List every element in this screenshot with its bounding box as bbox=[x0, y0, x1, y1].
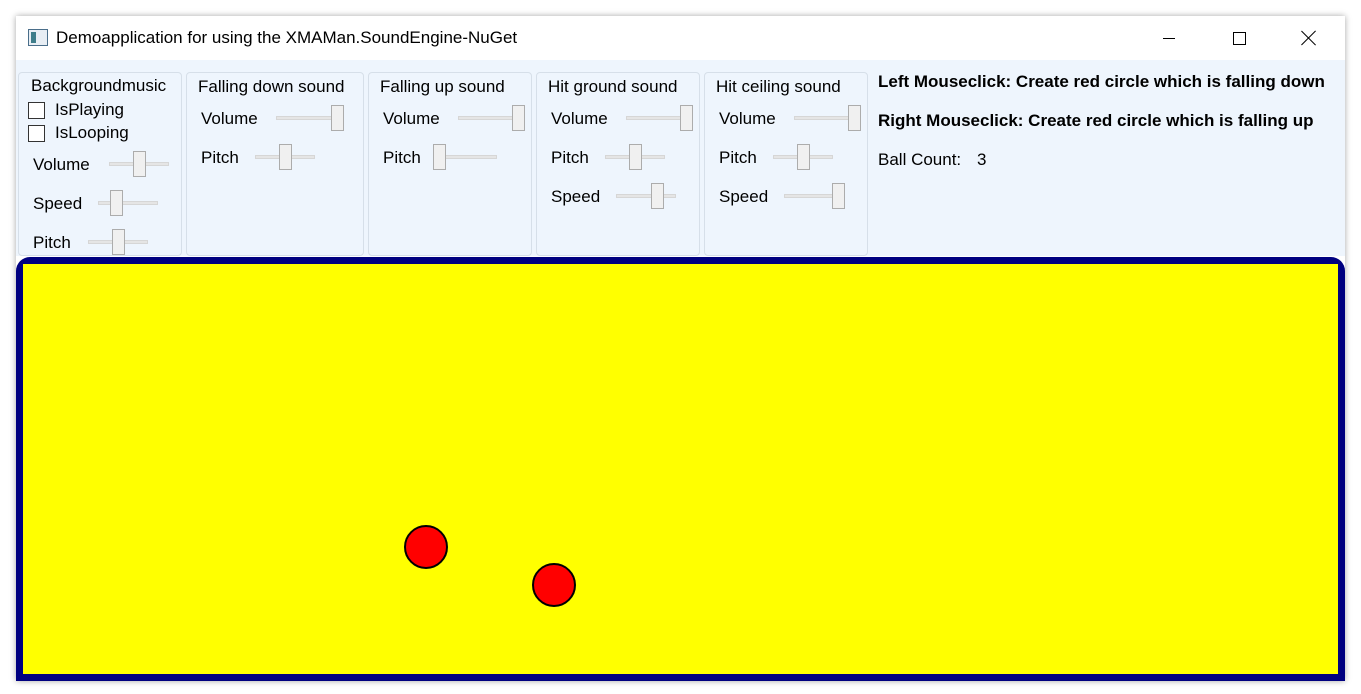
playfield-border bbox=[16, 257, 1345, 681]
playfield-canvas[interactable] bbox=[23, 264, 1338, 674]
hit-ground-volume-slider[interactable] bbox=[626, 105, 693, 131]
red-ball bbox=[532, 563, 576, 607]
close-button[interactable] bbox=[1274, 16, 1344, 60]
hit-ceiling-volume-slider[interactable] bbox=[794, 105, 861, 131]
ball-count-value: 3 bbox=[977, 150, 987, 169]
hit-ceiling-pitch-label: Pitch bbox=[719, 148, 757, 167]
hit-ground-pitch-slider[interactable] bbox=[605, 144, 665, 170]
red-ball bbox=[404, 525, 448, 569]
window-title: Demoapplication for using the XMAMan.Sou… bbox=[56, 28, 518, 47]
slider-thumb[interactable] bbox=[680, 105, 693, 131]
falling-up-volume-slider[interactable] bbox=[458, 105, 525, 131]
bg-speed-slider[interactable] bbox=[98, 190, 158, 216]
slider-thumb[interactable] bbox=[629, 144, 642, 170]
app-window: Demoapplication for using the XMAMan.Sou… bbox=[16, 16, 1345, 681]
left-click-hint: Left Mouseclick: Create red circle which… bbox=[878, 72, 1325, 91]
bg-pitch-slider[interactable] bbox=[88, 229, 148, 255]
hit-ceiling-title: Hit ceiling sound bbox=[714, 77, 843, 97]
background-music-group: Backgroundmusic IsPlaying IsLooping Volu… bbox=[18, 72, 182, 256]
bg-volume-slider[interactable] bbox=[109, 151, 169, 177]
right-click-hint: Right Mouseclick: Create red circle whic… bbox=[878, 111, 1314, 130]
slider-thumb[interactable] bbox=[832, 183, 845, 209]
close-icon bbox=[1301, 30, 1317, 46]
slider-thumb[interactable] bbox=[651, 183, 664, 209]
is-looping-label: IsLooping bbox=[55, 123, 129, 142]
maximize-button[interactable] bbox=[1204, 16, 1274, 60]
falling-down-volume-label: Volume bbox=[201, 109, 258, 128]
falling-up-volume-label: Volume bbox=[383, 109, 440, 128]
slider-thumb[interactable] bbox=[279, 144, 292, 170]
is-playing-label: IsPlaying bbox=[55, 100, 124, 119]
hit-ground-group: Hit ground sound Volume Pitch Speed bbox=[536, 72, 700, 256]
minimize-button[interactable] bbox=[1134, 16, 1204, 60]
hit-ceiling-speed-slider[interactable] bbox=[784, 183, 845, 209]
slider-thumb[interactable] bbox=[331, 105, 344, 131]
hit-ceiling-speed-label: Speed bbox=[719, 187, 769, 206]
falling-down-title: Falling down sound bbox=[196, 77, 347, 97]
hit-ground-title: Hit ground sound bbox=[546, 77, 680, 97]
falling-up-title: Falling up sound bbox=[378, 77, 507, 97]
hit-ceiling-pitch-slider[interactable] bbox=[773, 144, 833, 170]
bg-pitch-label: Pitch bbox=[33, 233, 71, 252]
slider-thumb[interactable] bbox=[110, 190, 123, 216]
is-looping-checkbox[interactable] bbox=[28, 125, 45, 142]
bg-volume-label: Volume bbox=[33, 155, 90, 174]
hit-ceiling-volume-label: Volume bbox=[719, 109, 776, 128]
hit-ground-pitch-label: Pitch bbox=[551, 148, 589, 167]
slider-thumb[interactable] bbox=[797, 144, 810, 170]
falling-up-group: Falling up sound Volume Pitch bbox=[368, 72, 532, 256]
maximize-icon bbox=[1232, 31, 1246, 45]
slider-thumb[interactable] bbox=[133, 151, 146, 177]
background-music-title: Backgroundmusic bbox=[29, 76, 169, 96]
hit-ceiling-group: Hit ceiling sound Volume Pitch Speed bbox=[704, 72, 868, 256]
bg-speed-label: Speed bbox=[33, 194, 83, 213]
falling-down-pitch-slider[interactable] bbox=[255, 144, 315, 170]
falling-down-volume-slider[interactable] bbox=[276, 105, 344, 131]
ball-count-label: Ball Count: bbox=[878, 150, 962, 169]
falling-down-group: Falling down sound Volume Pitch bbox=[186, 72, 364, 256]
hit-ground-volume-label: Volume bbox=[551, 109, 608, 128]
hit-ground-speed-slider[interactable] bbox=[616, 183, 676, 209]
falling-up-pitch-label: Pitch bbox=[383, 148, 421, 167]
slider-thumb[interactable] bbox=[848, 105, 861, 131]
title-bar[interactable]: Demoapplication for using the XMAMan.Sou… bbox=[16, 16, 1345, 60]
is-playing-checkbox[interactable] bbox=[28, 102, 45, 119]
minimize-icon bbox=[1163, 37, 1175, 39]
falling-down-pitch-label: Pitch bbox=[201, 148, 239, 167]
slider-thumb[interactable] bbox=[512, 105, 525, 131]
hit-ground-speed-label: Speed bbox=[551, 187, 601, 206]
slider-thumb[interactable] bbox=[112, 229, 125, 255]
app-icon bbox=[28, 29, 48, 46]
slider-thumb[interactable] bbox=[433, 144, 446, 170]
controls-panel: Backgroundmusic IsPlaying IsLooping Volu… bbox=[16, 60, 1345, 256]
falling-up-pitch-slider[interactable] bbox=[433, 144, 497, 170]
